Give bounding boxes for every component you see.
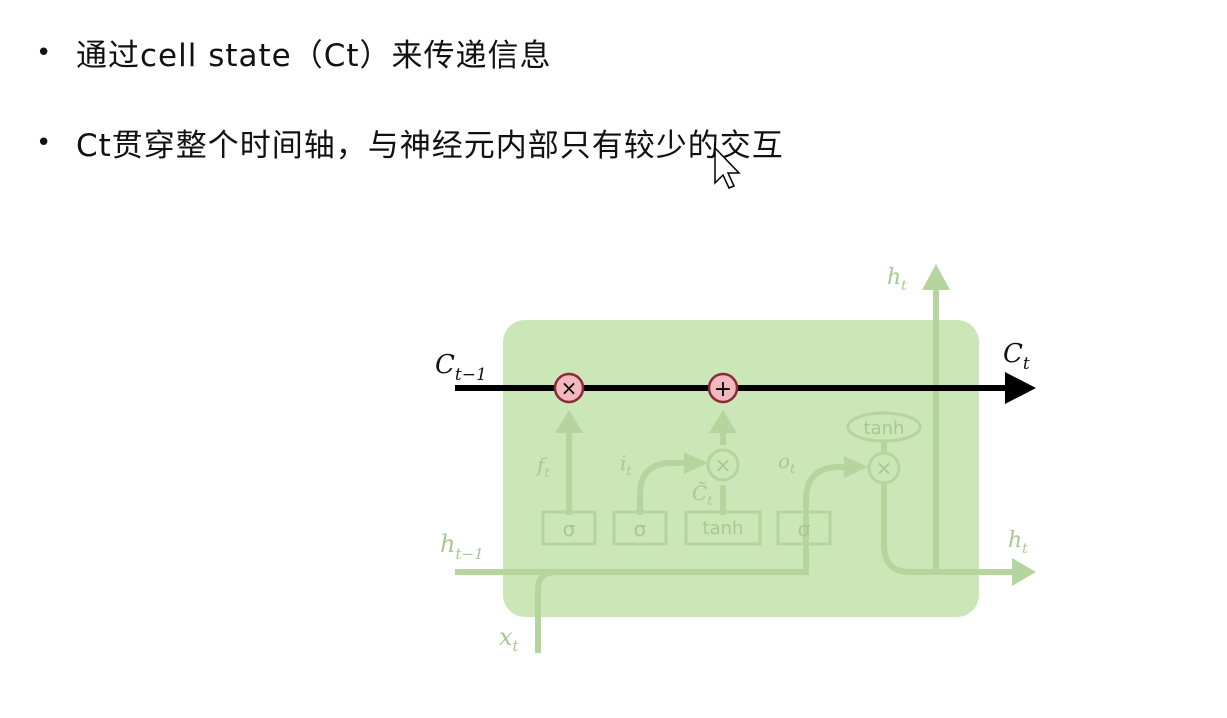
- cell-state-arrowhead: [1005, 372, 1036, 404]
- op-input-add: +: [707, 372, 739, 404]
- op-label: tanh: [864, 418, 905, 439]
- op-tanh-output: tanh: [846, 411, 922, 443]
- layer-label: σ: [798, 517, 811, 541]
- layer-label: tanh: [703, 518, 744, 539]
- op-symbol: +: [714, 377, 732, 402]
- c-next-label: Ct: [1003, 339, 1030, 374]
- op-symbol: ×: [876, 456, 893, 480]
- layer-label: σ: [563, 517, 576, 541]
- op-mult-input: ×: [706, 448, 740, 482]
- h-out-right-label: ht: [1008, 528, 1028, 557]
- mouse-cursor-icon: [714, 146, 741, 189]
- h-out-top-label: ht: [887, 265, 907, 294]
- c-prev-label: Ct−1: [435, 350, 487, 385]
- op-symbol: ×: [561, 376, 578, 400]
- op-symbol: ×: [715, 453, 732, 477]
- layer-label: σ: [634, 517, 647, 541]
- op-forget-mult: ×: [553, 372, 585, 404]
- op-mult-output: ×: [867, 451, 901, 485]
- lstm-cell-diagram: σ σ tanh σ tanh × × ft it C̃t ot ht−1 xt…: [435, 146, 1036, 655]
- h-prev-label: ht−1: [440, 530, 484, 563]
- x-input-label: xt: [499, 623, 520, 655]
